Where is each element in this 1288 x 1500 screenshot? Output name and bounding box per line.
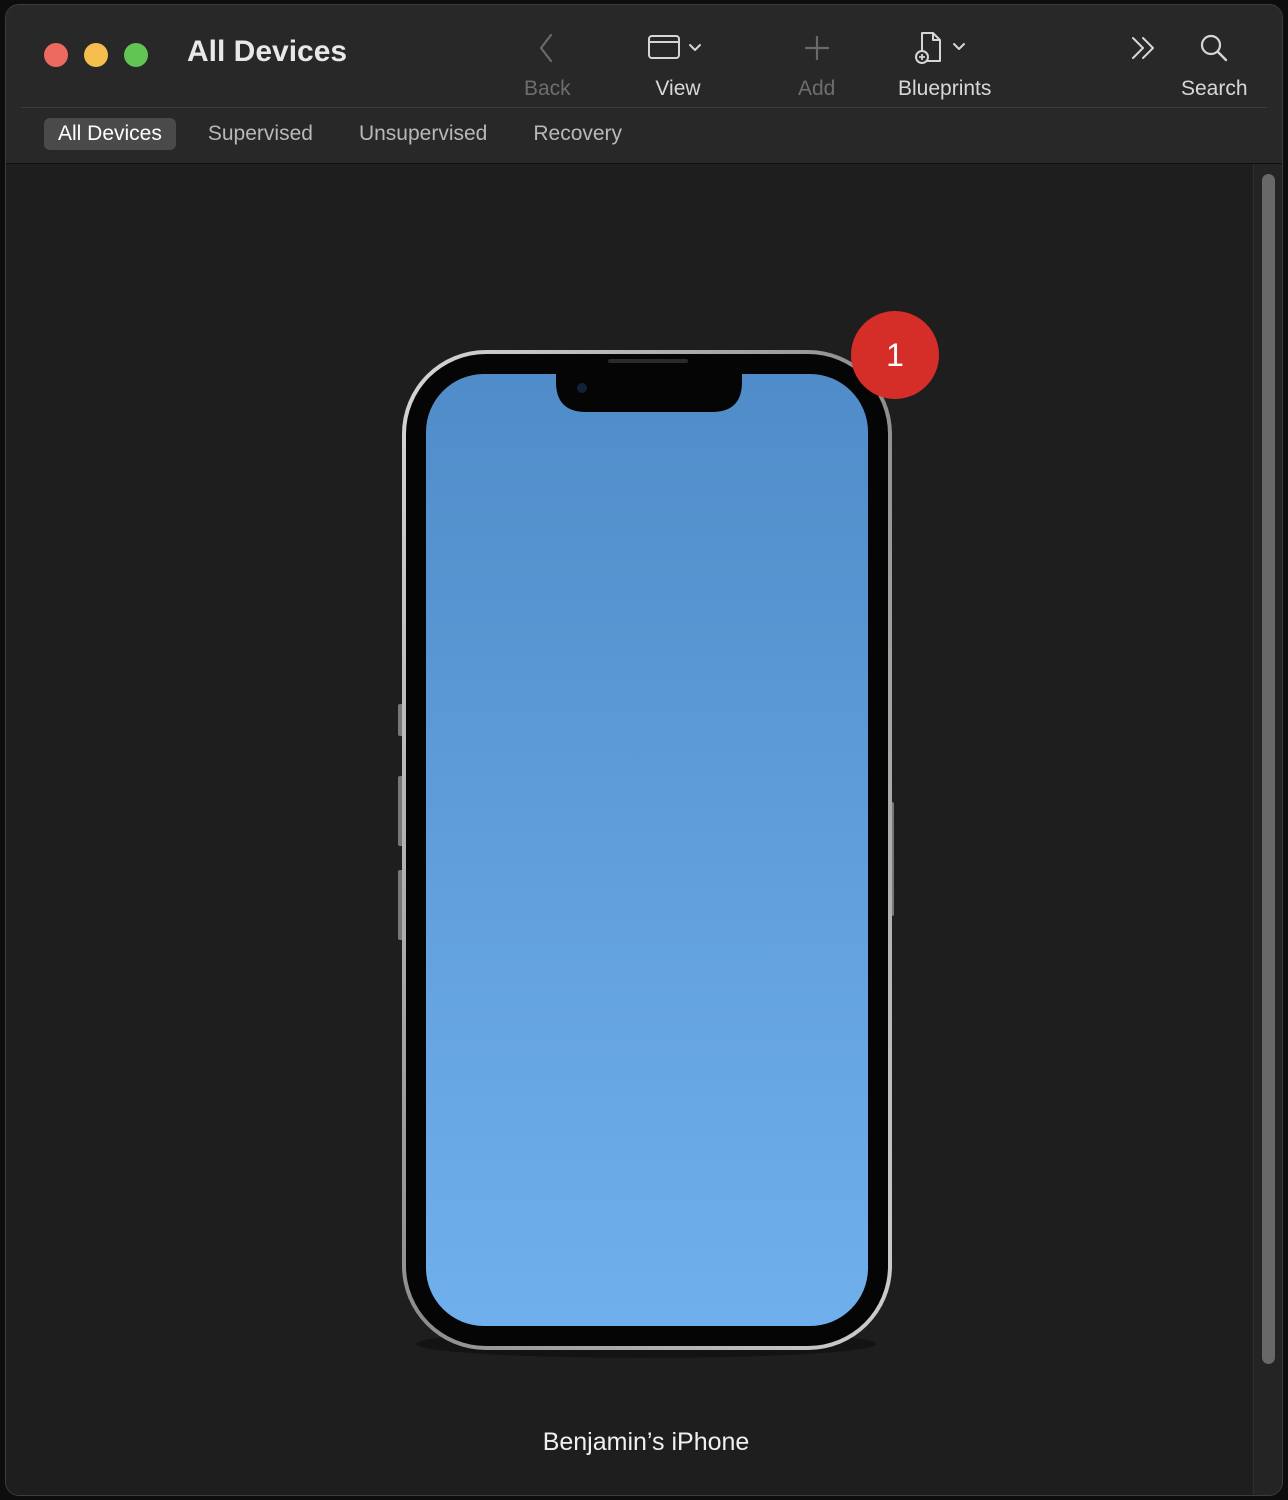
double-chevron-right-icon bbox=[1129, 27, 1159, 69]
add-label: Add bbox=[798, 77, 836, 100]
search-button[interactable]: Search bbox=[1181, 27, 1248, 101]
zoom-window-button[interactable] bbox=[124, 43, 148, 67]
device-tile[interactable]: 1 Benjamin’s iPhone bbox=[386, 311, 939, 1495]
overflow-button[interactable] bbox=[1129, 27, 1159, 69]
toolbar: All Devices Back View Add Blueprints Sea… bbox=[6, 5, 1282, 164]
notification-badge: 1 bbox=[851, 311, 939, 399]
tab-all-devices[interactable]: All Devices bbox=[44, 118, 176, 150]
window-view-icon bbox=[647, 27, 709, 69]
add-button[interactable]: Add bbox=[798, 27, 835, 101]
toolbar-divider bbox=[21, 107, 1267, 108]
window-title: All Devices bbox=[187, 35, 348, 68]
back-button[interactable]: Back bbox=[524, 27, 571, 101]
back-label: Back bbox=[524, 77, 571, 100]
tab-unsupervised[interactable]: Unsupervised bbox=[345, 118, 501, 150]
tab-supervised[interactable]: Supervised bbox=[194, 118, 327, 150]
vertical-scrollbar[interactable] bbox=[1253, 164, 1282, 1495]
device-filter-tabs: All Devices Supervised Unsupervised Reco… bbox=[44, 118, 654, 150]
view-menu-button[interactable]: View bbox=[647, 27, 709, 101]
scrollbar-thumb[interactable] bbox=[1262, 174, 1275, 1364]
view-label: View bbox=[655, 77, 701, 100]
search-icon bbox=[1199, 27, 1229, 69]
device-name-label: Benjamin’s iPhone bbox=[542, 1428, 750, 1456]
document-add-icon bbox=[914, 27, 976, 69]
minimize-window-button[interactable] bbox=[84, 43, 108, 67]
chevron-left-icon bbox=[536, 27, 558, 69]
blueprints-label: Blueprints bbox=[898, 77, 992, 100]
search-label: Search bbox=[1181, 77, 1248, 100]
device-browser: 1 Benjamin’s iPhone bbox=[6, 164, 1282, 1495]
close-window-button[interactable] bbox=[44, 43, 68, 67]
blueprints-menu-button[interactable]: Blueprints bbox=[898, 27, 991, 101]
plus-icon bbox=[804, 27, 830, 69]
tab-recovery[interactable]: Recovery bbox=[519, 118, 636, 150]
app-window: All Devices Back View Add Blueprints Sea… bbox=[5, 4, 1283, 1496]
iphone-device-image bbox=[398, 350, 894, 1358]
